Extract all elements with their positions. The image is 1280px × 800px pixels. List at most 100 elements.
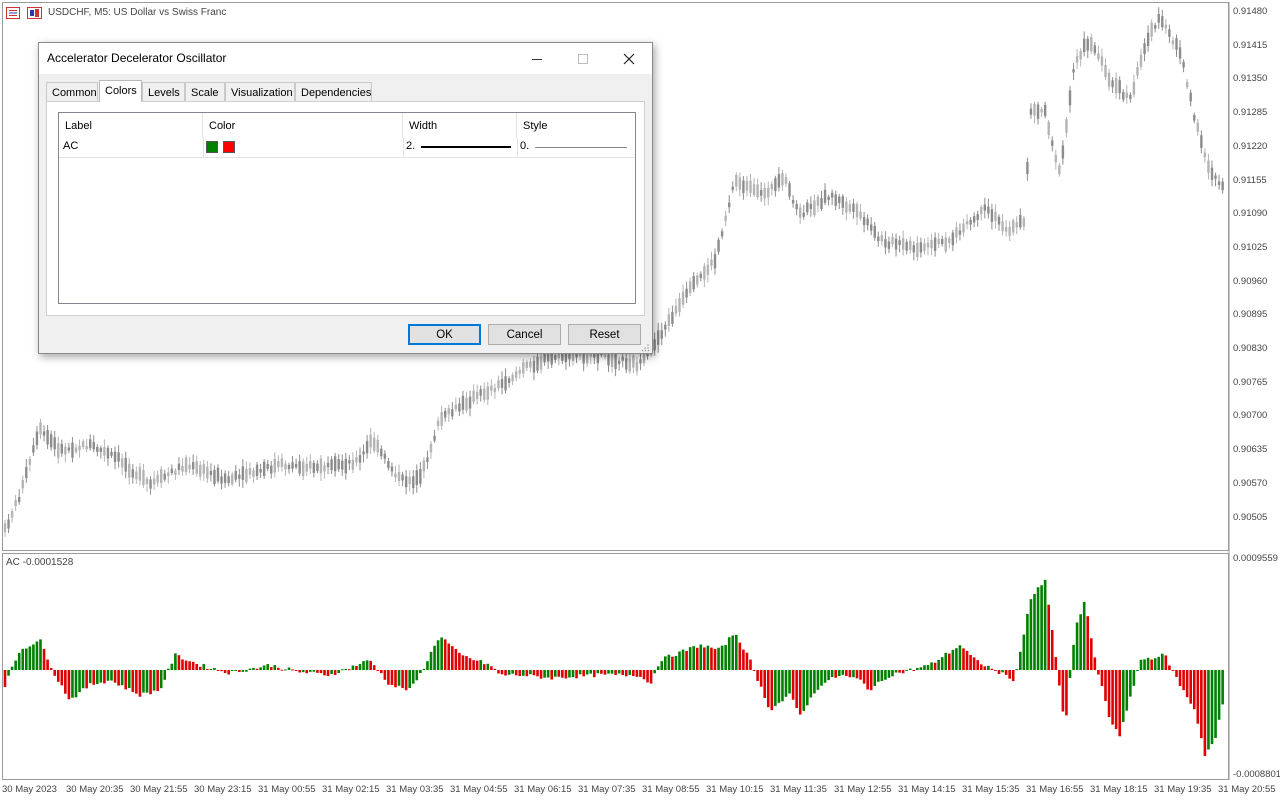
ac-bar — [589, 670, 593, 674]
ac-bar — [1171, 670, 1175, 671]
price-tick: 0.90635 — [1233, 444, 1268, 456]
ac-bar — [1192, 670, 1196, 710]
candle-body — [344, 458, 347, 474]
ac-bar — [539, 670, 543, 679]
color-down-swatch[interactable] — [223, 141, 235, 153]
price-tick: 0.91220 — [1233, 140, 1268, 152]
candle-body — [67, 447, 71, 451]
candle-body — [671, 312, 674, 324]
candle-body — [997, 216, 1001, 225]
resize-grip-icon[interactable] — [641, 343, 650, 355]
ac-bar — [983, 666, 987, 670]
tab-levels[interactable]: Levels — [142, 82, 185, 102]
ac-bar — [742, 649, 745, 670]
candle-body — [607, 354, 610, 366]
candle-body — [987, 206, 990, 214]
price-tick: 0.90960 — [1233, 275, 1268, 287]
candle-body — [1203, 152, 1207, 158]
ac-bar — [532, 670, 536, 676]
close-icon[interactable] — [606, 43, 652, 74]
candle-body — [1168, 29, 1171, 37]
ac-bar — [894, 670, 898, 673]
chart-menu-icon[interactable] — [6, 7, 20, 22]
tab-dependencies[interactable]: Dependencies — [295, 82, 372, 102]
candle-body — [341, 460, 344, 470]
price-tick: 0.90700 — [1233, 410, 1268, 422]
maximize-icon — [560, 43, 606, 74]
ac-bar — [294, 670, 298, 671]
candle-body — [515, 371, 518, 378]
ok-button[interactable]: OK — [408, 324, 481, 345]
candle-body — [994, 211, 997, 221]
candle-body — [717, 239, 720, 252]
candle-body — [262, 461, 266, 477]
ac-bar — [635, 670, 639, 677]
ac-bar — [990, 668, 994, 670]
ac-bar — [1139, 659, 1143, 670]
ac-bar — [309, 670, 312, 672]
candle-body — [120, 458, 124, 468]
ac-bar — [46, 659, 49, 670]
ac-bar — [1217, 670, 1221, 720]
reset-button[interactable]: Reset — [568, 324, 641, 345]
dialog-titlebar[interactable]: Accelerator Decelerator Oscillator — [39, 43, 652, 74]
candle-body — [284, 463, 287, 470]
candle-body — [149, 479, 152, 489]
ac-bar — [177, 655, 181, 670]
candle-body — [806, 202, 809, 213]
tab-scale[interactable]: Scale — [185, 82, 225, 102]
candle-body — [1114, 78, 1118, 94]
ac-bar — [1196, 670, 1200, 724]
candle-body — [972, 216, 976, 223]
candle-body — [653, 339, 656, 351]
candle-body — [820, 197, 823, 209]
ac-bar — [401, 670, 404, 689]
ac-bar — [3, 670, 7, 687]
ac-bar — [92, 670, 96, 685]
candle-body — [873, 225, 876, 238]
ac-bar — [99, 670, 103, 683]
width-value[interactable]: 2. — [406, 140, 415, 152]
candle-body — [628, 358, 631, 372]
ac-bar — [791, 670, 795, 700]
price-tick: 0.90765 — [1233, 376, 1268, 388]
chart-window-icon[interactable] — [27, 7, 42, 22]
candle-body — [522, 362, 525, 374]
ac-bar — [330, 670, 333, 674]
candle-body — [259, 468, 262, 473]
candle-body — [465, 397, 468, 411]
candle-body — [468, 396, 472, 409]
time-tick: 31 May 07:35 — [578, 784, 636, 795]
ac-bar — [923, 665, 926, 670]
ac-bar — [614, 670, 617, 676]
ac-bar — [152, 670, 156, 691]
ac-bar — [866, 670, 869, 690]
ac-bar — [1097, 670, 1100, 675]
ac-bar — [809, 670, 813, 698]
time-tick: 31 May 11:35 — [770, 784, 827, 795]
candle-body — [703, 266, 706, 280]
tab-common[interactable]: Common — [46, 82, 98, 102]
ac-bar — [667, 654, 671, 670]
minimize-icon[interactable] — [514, 43, 560, 74]
color-up-swatch[interactable] — [206, 141, 218, 153]
ac-bar — [852, 670, 855, 678]
ac-bar — [387, 670, 390, 685]
style-value[interactable]: 0. — [520, 140, 529, 152]
ac-bar — [1143, 659, 1146, 670]
candle-body — [507, 378, 511, 383]
ac-bar — [436, 640, 440, 670]
ac-bar — [550, 670, 553, 680]
ac-bar — [106, 670, 110, 681]
ac-bar — [1157, 656, 1161, 670]
ac-bar — [135, 670, 138, 694]
candle-body — [152, 478, 156, 485]
candle-body — [330, 459, 333, 471]
candle-body — [89, 439, 92, 449]
tab-colors[interactable]: Colors — [99, 80, 142, 102]
candle-body — [546, 354, 550, 362]
cancel-button[interactable]: Cancel — [488, 324, 561, 345]
candle-body — [749, 180, 752, 193]
tab-visualization[interactable]: Visualization — [225, 82, 295, 102]
ac-bar — [1207, 670, 1210, 750]
